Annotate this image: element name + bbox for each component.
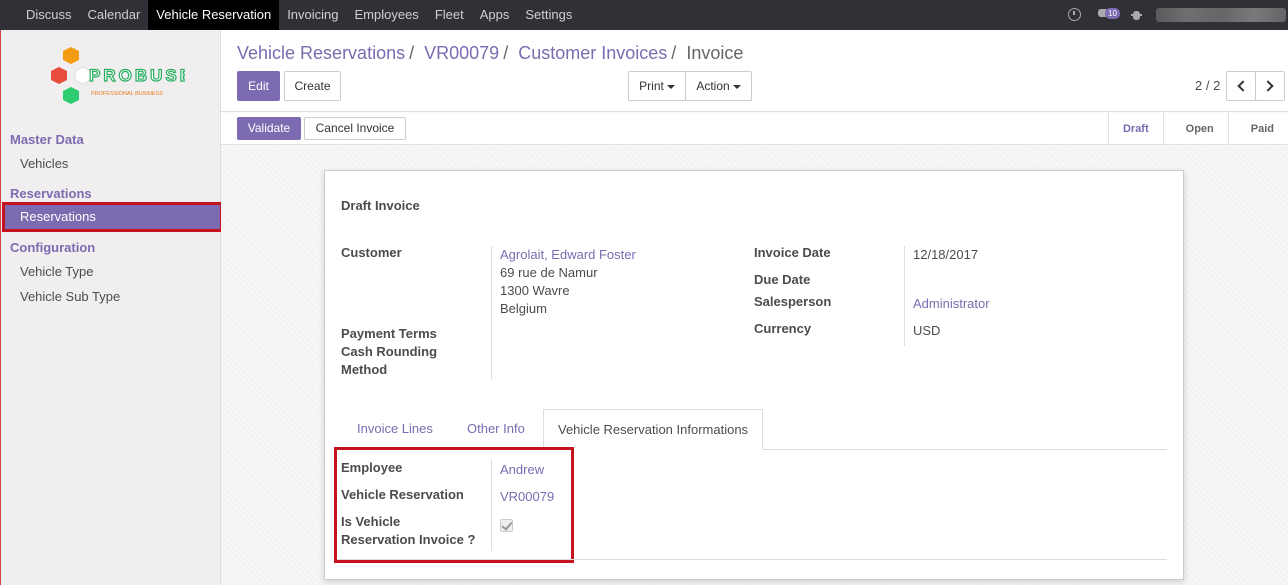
sidebar-item-vehicle-sub-type[interactable]: Vehicle Sub Type [20,289,120,304]
currency-label: Currency [754,321,812,336]
nav-vehicle-reservation[interactable]: Vehicle Reservation [148,0,280,30]
sidebar: PROBUSE PROFESSIONAL BUSINESS Master Dat… [0,30,223,585]
form-tabs: Invoice Lines Other Info Vehicle Reserva… [337,409,1167,450]
employee-label: Employee [341,460,403,475]
address-line-3: Belgium [500,301,547,316]
due-date-label: Due Date [754,272,811,287]
cash-rounding-label-line2: Method [341,362,388,377]
cancel-invoice-button[interactable]: Cancel Invoice [304,117,406,140]
salesperson-label: Salesperson [754,294,832,309]
stage-draft: Draft [1107,113,1163,145]
print-label: Print [639,79,664,93]
breadcrumb-vehicle-reservations[interactable]: Vehicle Reservations [237,43,405,63]
messages-icon[interactable]: 10 [1098,7,1120,21]
sidebar-item-reservations[interactable]: Reservations [2,202,223,232]
breadcrumb-vr00079[interactable]: VR00079 [424,43,499,63]
debug-bug-icon[interactable] [1131,8,1142,21]
print-dropdown[interactable]: Print [628,71,686,101]
nav-employees[interactable]: Employees [347,0,427,30]
action-dropdown[interactable]: Action [685,71,752,101]
address-line-1: 69 rue de Namur [500,265,598,280]
section-reservations: Reservations [10,186,92,201]
activity-clock-icon[interactable] [1068,8,1081,21]
tab-vehicle-reservation-informations[interactable]: Vehicle Reservation Informations [543,409,764,450]
messages-count-badge: 10 [1105,8,1120,19]
pager-value: 2 / 2 [1195,78,1221,93]
edit-button[interactable]: Edit [237,71,280,101]
nav-discuss[interactable]: Discuss [18,0,80,30]
tab-invoice-lines[interactable]: Invoice Lines [357,409,433,450]
invoice-form-sheet: Draft Invoice Customer Agrolait, Edward … [324,170,1184,580]
top-navbar: Discuss Calendar Vehicle Reservation Inv… [0,0,1288,30]
nav-apps[interactable]: Apps [472,0,518,30]
section-configuration: Configuration [10,240,96,255]
create-button[interactable]: Create [284,71,341,101]
customer-link[interactable]: Agrolait, Edward Foster [500,246,636,264]
caret-down-icon [732,84,741,89]
vehicle-reservation-label: Vehicle Reservation [341,487,464,502]
breadcrumb-current: Invoice [686,43,744,63]
is-reservation-invoice-checkbox[interactable] [500,519,513,532]
invoice-date-label: Invoice Date [754,245,831,260]
action-label: Action [696,79,730,93]
chevron-left-icon [1237,80,1249,92]
nav-settings[interactable]: Settings [517,0,580,30]
main-content: Vehicle Reservations / VR00079/ Customer … [221,30,1288,585]
is-reservation-invoice-label: Is Vehicle [341,514,401,529]
user-menu[interactable] [1156,8,1286,22]
chevron-right-icon [1262,80,1274,92]
sidebar-item-vehicle-type[interactable]: Vehicle Type [20,264,93,279]
employee-link[interactable]: Andrew [500,461,544,479]
payment-terms-label: Payment Terms [341,326,437,341]
nav-fleet[interactable]: Fleet [427,0,472,30]
vehicle-reservation-link[interactable]: VR00079 [500,488,554,506]
breadcrumb-customer-invoices[interactable]: Customer Invoices [518,43,667,63]
currency-value: USD [913,323,941,338]
nav-invoicing[interactable]: Invoicing [279,0,346,30]
nav-calendar[interactable]: Calendar [80,0,149,30]
status-stages: Draft Open Paid [1107,113,1288,145]
is-reservation-invoice-label-line2: Reservation Invoice ? [341,532,476,547]
app-menu: Discuss Calendar Vehicle Reservation Inv… [18,0,580,30]
control-panel: Vehicle Reservations / VR00079/ Customer … [221,30,1288,112]
salesperson-link[interactable]: Administrator [913,295,990,313]
cash-rounding-label: Cash Rounding [341,344,438,359]
invoice-date-value: 12/18/2017 [913,247,979,262]
form-title: Draft Invoice [341,198,420,213]
logo-wordmark: PROBUSE [89,66,185,85]
sidebar-item-vehicles[interactable]: Vehicles [20,156,68,171]
customer-label: Customer [341,245,402,260]
stage-paid: Paid [1227,113,1288,145]
stage-open: Open [1162,113,1228,145]
company-logo: PROBUSE PROFESSIONAL BUSINESS [45,45,192,115]
form-statusbar: Validate Cancel Invoice Draft Open Paid [221,113,1288,145]
breadcrumb: Vehicle Reservations / VR00079/ Customer … [237,43,744,63]
logo-tagline: PROFESSIONAL BUSINESS [91,91,163,97]
section-master-data: Master Data [10,132,84,147]
divider [337,559,1167,560]
address-line-2: 1300 Wavre [500,283,570,298]
validate-button[interactable]: Validate [237,117,301,140]
tab-other-info[interactable]: Other Info [467,409,525,450]
pager-next-button[interactable] [1255,71,1285,101]
caret-down-icon [666,84,675,89]
pager-previous-button[interactable] [1226,71,1256,101]
